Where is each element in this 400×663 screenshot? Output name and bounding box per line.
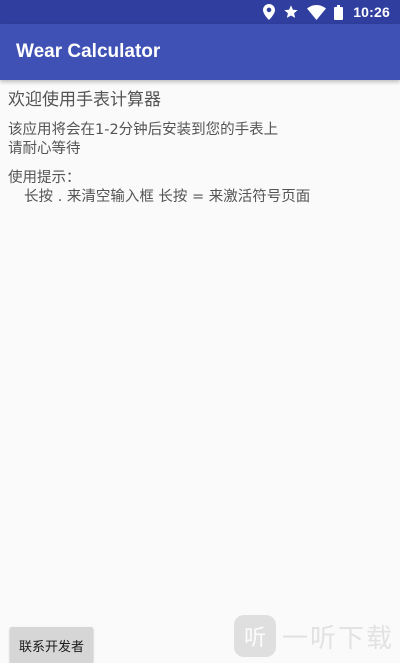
welcome-text: 欢迎使用手表计算器 <box>8 90 161 110</box>
app-title: Wear Calculator <box>16 41 161 62</box>
tips-body: 长按 . 来清空输入框 长按 = 来激活符号页面 <box>24 189 311 205</box>
battery-icon <box>334 4 344 20</box>
wifi-icon <box>307 4 327 20</box>
star-icon <box>283 4 299 20</box>
install-text-line-1: 该应用将会在1-2分钟后安装到您的手表上 <box>8 122 279 138</box>
status-icons: 10:26 <box>263 0 390 24</box>
status-time: 10:26 <box>353 4 390 20</box>
contact-developer-button[interactable]: 联系开发者 <box>10 627 94 663</box>
watermark: 听 一听下载 <box>233 615 394 657</box>
watermark-logo-icon: 听 <box>233 615 276 657</box>
location-icon <box>263 4 276 20</box>
status-bar: 10:26 <box>0 0 400 24</box>
watermark-text: 一听下载 <box>281 623 394 654</box>
main-content: 欢迎使用手表计算器 该应用将会在1-2分钟后安装到您的手表上 请耐心等待 使用提… <box>8 88 392 207</box>
install-text-line-2: 请耐心等待 <box>8 141 81 157</box>
tips-title: 使用提示： <box>8 170 81 186</box>
app-bar: Wear Calculator <box>0 24 400 80</box>
